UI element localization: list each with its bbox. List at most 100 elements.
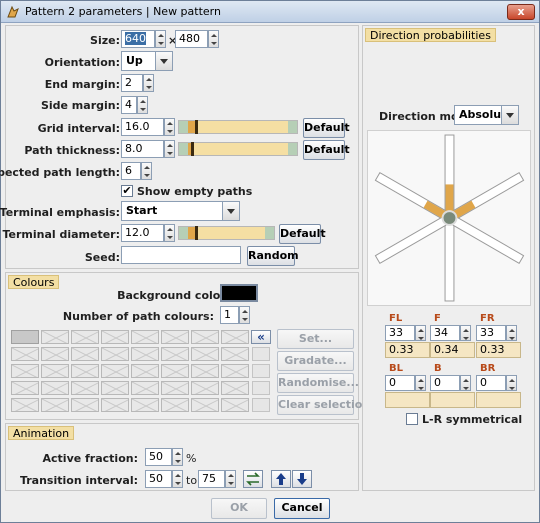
b-spinner[interactable] bbox=[460, 375, 471, 391]
row-shift-cell[interactable] bbox=[252, 398, 270, 412]
path-colour-cell[interactable] bbox=[161, 398, 189, 412]
direction-diagram[interactable] bbox=[367, 130, 531, 306]
terminal-emphasis-select[interactable]: Start bbox=[121, 201, 240, 221]
end-margin-field[interactable]: 2 bbox=[121, 74, 143, 92]
path-colour-cell[interactable] bbox=[221, 347, 249, 361]
bl-field[interactable]: 0 bbox=[385, 375, 415, 391]
br-spinner[interactable] bbox=[506, 375, 517, 391]
num-path-colours-field[interactable]: 1 bbox=[220, 306, 239, 324]
path-colour-cell[interactable] bbox=[101, 398, 129, 412]
path-thickness-slider[interactable] bbox=[178, 142, 298, 156]
active-fraction-spinner[interactable] bbox=[172, 448, 183, 466]
fr-spinner[interactable] bbox=[506, 325, 517, 341]
swap-interval-button[interactable] bbox=[243, 470, 263, 488]
terminal-diameter-spinner[interactable] bbox=[164, 224, 175, 242]
path-colour-cell[interactable] bbox=[11, 364, 39, 378]
fl-spinner[interactable] bbox=[415, 325, 426, 341]
gradate-button[interactable]: Gradate... bbox=[277, 351, 354, 371]
path-colour-cell[interactable] bbox=[71, 330, 99, 344]
path-colour-cell[interactable] bbox=[71, 364, 99, 378]
direction-mode-select[interactable]: Absolute bbox=[454, 105, 519, 125]
fr-field[interactable]: 33 bbox=[476, 325, 506, 341]
b-field[interactable]: 0 bbox=[430, 375, 460, 391]
seed-field[interactable] bbox=[121, 246, 241, 264]
active-fraction-field[interactable]: 50 bbox=[145, 448, 172, 466]
row-shift-cell[interactable] bbox=[252, 381, 270, 395]
terminal-diameter-field[interactable]: 12.0 bbox=[121, 224, 164, 242]
path-colour-cell[interactable] bbox=[11, 330, 39, 344]
decrease-button[interactable] bbox=[292, 470, 312, 488]
path-colour-cell[interactable] bbox=[221, 364, 249, 378]
path-thickness-default-button[interactable]: Default bbox=[303, 140, 350, 160]
path-colour-cell[interactable] bbox=[11, 347, 39, 361]
size-height-spinner[interactable] bbox=[208, 30, 219, 48]
path-colour-cell[interactable] bbox=[131, 330, 159, 344]
transition-to-field[interactable]: 75 bbox=[198, 470, 225, 488]
side-margin-field[interactable]: 4 bbox=[121, 96, 137, 114]
path-colour-cell[interactable] bbox=[131, 364, 159, 378]
set-colour-button[interactable]: Set... bbox=[277, 329, 354, 349]
randomise-button[interactable]: Randomise... bbox=[277, 373, 359, 393]
path-colour-cell[interactable] bbox=[191, 381, 219, 395]
slider-knob[interactable] bbox=[191, 142, 194, 156]
grid-interval-slider[interactable] bbox=[178, 120, 298, 134]
close-button[interactable]: x bbox=[507, 4, 535, 20]
path-colour-cell[interactable] bbox=[101, 347, 129, 361]
path-colour-cell[interactable] bbox=[191, 398, 219, 412]
path-colour-cell[interactable] bbox=[71, 347, 99, 361]
path-colour-cell[interactable] bbox=[131, 398, 159, 412]
path-colour-cell[interactable] bbox=[191, 347, 219, 361]
path-colour-cell[interactable] bbox=[41, 364, 69, 378]
path-colour-cell[interactable] bbox=[161, 330, 189, 344]
path-colour-cell[interactable] bbox=[71, 381, 99, 395]
path-colour-cell[interactable] bbox=[131, 381, 159, 395]
slider-knob[interactable] bbox=[195, 120, 198, 134]
expected-length-spinner[interactable] bbox=[141, 162, 152, 180]
background-colour-swatch[interactable] bbox=[220, 284, 258, 302]
fl-field[interactable]: 33 bbox=[385, 325, 415, 341]
shift-colours-button[interactable]: « bbox=[251, 330, 271, 344]
path-colour-cell[interactable] bbox=[41, 347, 69, 361]
path-colour-cell[interactable] bbox=[131, 347, 159, 361]
clear-selection-button[interactable]: Clear selection bbox=[277, 395, 370, 415]
grid-interval-spinner[interactable] bbox=[164, 118, 175, 136]
path-thickness-spinner[interactable] bbox=[164, 140, 175, 158]
path-colour-cell[interactable] bbox=[191, 364, 219, 378]
path-colour-cell[interactable] bbox=[101, 330, 129, 344]
size-height-field[interactable]: 480 bbox=[175, 30, 208, 48]
ok-button[interactable]: OK bbox=[211, 498, 267, 519]
transition-from-spinner[interactable] bbox=[172, 470, 183, 488]
row-shift-cell[interactable] bbox=[252, 347, 270, 361]
orientation-select[interactable]: Up bbox=[121, 51, 173, 71]
path-thickness-field[interactable]: 8.0 bbox=[121, 140, 164, 158]
bl-spinner[interactable] bbox=[415, 375, 426, 391]
num-path-colours-spinner[interactable] bbox=[239, 306, 250, 324]
path-colour-cell[interactable] bbox=[41, 330, 69, 344]
side-margin-spinner[interactable] bbox=[137, 96, 148, 114]
grid-interval-default-button[interactable]: Default bbox=[303, 118, 350, 138]
size-width-field[interactable]: 640 bbox=[121, 30, 155, 48]
terminal-diameter-default-button[interactable]: Default bbox=[279, 224, 326, 244]
expected-length-field[interactable]: 6 bbox=[121, 162, 141, 180]
increase-button[interactable] bbox=[271, 470, 291, 488]
path-colour-cell[interactable] bbox=[191, 330, 219, 344]
transition-to-spinner[interactable] bbox=[225, 470, 236, 488]
path-colour-cell[interactable] bbox=[221, 330, 249, 344]
cancel-button[interactable]: Cancel bbox=[274, 498, 330, 519]
f-spinner[interactable] bbox=[460, 325, 471, 341]
lr-symmetrical-checkbox[interactable] bbox=[406, 413, 418, 425]
f-field[interactable]: 34 bbox=[430, 325, 460, 341]
path-colour-cell[interactable] bbox=[41, 398, 69, 412]
path-colour-cell[interactable] bbox=[11, 381, 39, 395]
slider-knob[interactable] bbox=[195, 226, 198, 240]
path-colour-cell[interactable] bbox=[161, 364, 189, 378]
path-colour-cell[interactable] bbox=[221, 398, 249, 412]
transition-from-field[interactable]: 50 bbox=[145, 470, 172, 488]
path-colour-cell[interactable] bbox=[71, 398, 99, 412]
row-shift-cell[interactable] bbox=[252, 364, 270, 378]
end-margin-spinner[interactable] bbox=[143, 74, 154, 92]
path-colour-cell[interactable] bbox=[161, 347, 189, 361]
size-width-spinner[interactable] bbox=[155, 30, 166, 48]
random-button[interactable]: Random bbox=[247, 246, 299, 266]
br-field[interactable]: 0 bbox=[476, 375, 506, 391]
